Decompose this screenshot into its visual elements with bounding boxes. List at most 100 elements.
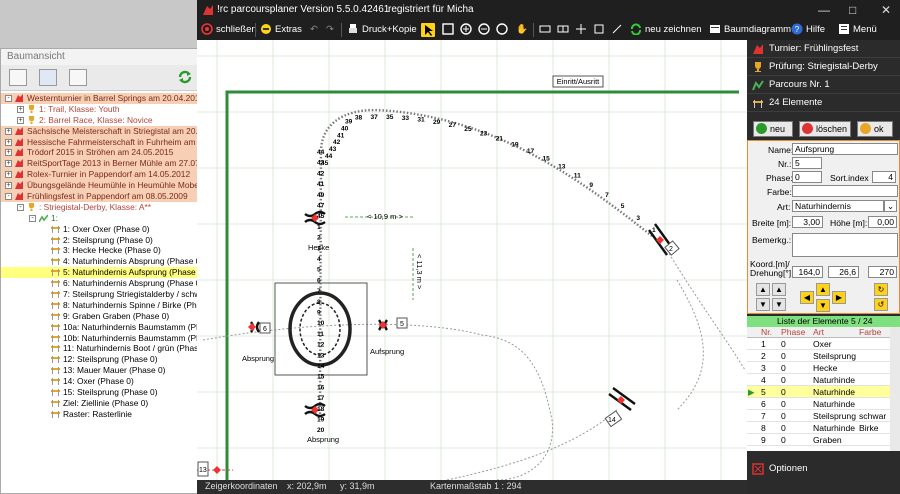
pointer-tool-icon[interactable]	[421, 23, 435, 37]
tree-row[interactable]: + Hessische Fahrmeisterschaft in Fuhrheim…	[1, 136, 197, 148]
tree-row[interactable]: Raster: Rasterlinie	[1, 409, 197, 420]
arrow-up-icon[interactable]: ▲	[816, 283, 830, 296]
element-list-row[interactable]: 7 0 Steilsprung schwar	[747, 410, 890, 422]
tree-row[interactable]: - Westernturnier in Barrel Springs am 20.…	[1, 93, 197, 104]
tree-row[interactable]: 10a: Naturhindernis Baumstamm (Phase 0)	[1, 322, 197, 333]
element-list-row[interactable]: 1 0 Oxer	[747, 338, 890, 350]
tree-row[interactable]: - 1:	[1, 213, 197, 224]
collapse-icon[interactable]: -	[29, 214, 36, 222]
maximize-icon[interactable]: □	[849, 3, 856, 17]
tree-row[interactable]: +1: Trail, Klasse: Youth	[1, 104, 197, 115]
refresh-icon[interactable]	[177, 69, 195, 86]
help-button[interactable]: ? Hilfe	[791, 23, 825, 37]
move-up-icon[interactable]: ▲	[772, 283, 786, 296]
coord-y-field[interactable]: 26,6	[828, 266, 859, 278]
tree-row[interactable]: - Frühlingsfest in Pappendorf am 08.05.20…	[1, 191, 197, 202]
element-list-row[interactable]: 6 0 Naturhinde	[747, 398, 890, 410]
tree-row[interactable]: Ziel: Ziellinie (Phase 0)	[1, 398, 197, 409]
element-list-row[interactable]: 4 0 Naturhinde	[747, 374, 890, 386]
arrow-down-icon[interactable]: ▼	[816, 299, 830, 312]
expand-icon[interactable]: +	[17, 105, 24, 113]
zoom-in-icon[interactable]	[460, 23, 472, 37]
competition-header[interactable]: Prüfung: Striegistal-Derby	[747, 58, 900, 76]
collapse-icon[interactable]: -	[5, 193, 12, 201]
expand-icon[interactable]: +	[5, 138, 12, 146]
expand-icon[interactable]: +	[5, 127, 12, 135]
new-element-button[interactable]: neu	[753, 121, 793, 137]
parcours-drawing[interactable]: Einritt/Ausritt < 10,9 m > < 11,3 m > 6 …	[197, 40, 747, 481]
col-phase[interactable]: Phase	[781, 327, 805, 337]
tree-diagram-button[interactable]: Baumdiagramm	[709, 23, 791, 37]
nr-field[interactable]: 5	[792, 157, 822, 169]
expand-tree-button[interactable]	[39, 69, 57, 86]
tree-row[interactable]: 2: Steilsprung (Phase 0)	[1, 235, 197, 246]
move-top-icon[interactable]: ▲	[756, 283, 770, 296]
height-field[interactable]: 0,00	[868, 216, 897, 228]
tree-row[interactable]: + Trödorf 2015 in Ströhen am 24.05.2015	[1, 147, 197, 159]
zoom-icon[interactable]	[496, 23, 508, 37]
element-list-row[interactable]: 9 0 Graben	[747, 434, 890, 446]
tool-icon-3[interactable]	[575, 23, 587, 37]
tree-row[interactable]: 9: Graben Graben (Phase 0)	[1, 311, 197, 322]
move-bottom-icon[interactable]: ▼	[756, 298, 770, 311]
elements-header[interactable]: 24 Elemente	[747, 94, 900, 112]
tournament-header[interactable]: Turnier: Frühlingsfest	[747, 40, 900, 58]
parcours-header[interactable]: Parcours Nr. 1	[747, 76, 900, 94]
coord-x-field[interactable]: 164,0	[792, 266, 823, 278]
name-field[interactable]: Aufsprung	[792, 143, 898, 155]
element-list-row[interactable]: 8 0 Naturhinde Birke	[747, 422, 890, 434]
width-field[interactable]: 3,00	[792, 216, 823, 228]
tree-row[interactable]: 8: Naturhindernis Spinne / Birke (Phase …	[1, 300, 197, 311]
tree-row[interactable]: 10b: Naturhindernis Baumstamm (Phase 0)	[1, 333, 197, 344]
tree-row[interactable]: 14: Oxer (Phase 0)	[1, 376, 197, 387]
rotation-field[interactable]: 270	[868, 266, 897, 278]
color-field[interactable]	[792, 185, 898, 197]
close-file-button[interactable]: schließen	[201, 23, 257, 37]
col-color[interactable]: Farbe	[859, 327, 881, 337]
tree-row[interactable]: -: Striegistal-Derby, Klasse: A**	[1, 202, 197, 213]
phase-field[interactable]: 0	[792, 171, 822, 183]
tool-icon-1[interactable]	[539, 23, 551, 37]
details-view-button[interactable]	[69, 69, 87, 86]
zoom-out-icon[interactable]	[478, 23, 490, 37]
tree-row[interactable]: 11: Naturhindernis Boot / grün (Phase 0)	[1, 343, 197, 354]
type-dropdown-chevron-icon[interactable]: ⌄	[884, 200, 897, 212]
tree-row[interactable]: 15: Steilsprung (Phase 0)	[1, 387, 197, 398]
extras-button[interactable]: Extras	[260, 23, 302, 37]
expand-icon[interactable]: +	[5, 160, 12, 168]
tree-row[interactable]: + Rolex-Turnier in Pappendorf am 14.05.20…	[1, 169, 197, 181]
expand-icon[interactable]: +	[5, 182, 12, 190]
tree-row[interactable]: + Übungsgelände Heumühle in Heumühle Mobe…	[1, 180, 197, 192]
redo-icon[interactable]: ↷	[326, 23, 334, 37]
tree-row[interactable]: + ReitSportTage 2013 in Berner Mühle am 2…	[1, 158, 197, 170]
element-list-scrollbar[interactable]	[890, 327, 900, 451]
options-button[interactable]: Optionen	[747, 458, 900, 480]
remark-field[interactable]	[792, 233, 898, 257]
pan-hand-icon[interactable]: ✋	[516, 23, 528, 37]
tree-row[interactable]: 6: Naturhindernis Absprung (Phase 0)	[1, 278, 197, 289]
element-list-row[interactable]: 3 0 Hecke	[747, 362, 890, 374]
ok-button[interactable]: ok	[857, 121, 893, 137]
expand-icon[interactable]: +	[5, 149, 12, 157]
tree-row[interactable]: 13: Mauer Mauer (Phase 0)	[1, 365, 197, 376]
type-select[interactable]: Naturhindernis	[792, 200, 884, 212]
col-nr[interactable]: Nr.	[761, 327, 772, 337]
tool-icon-5[interactable]	[611, 23, 623, 37]
tree-row[interactable]: 1: Oxer Oxer (Phase 0)	[1, 224, 197, 235]
zoom-fit-icon[interactable]	[442, 23, 454, 37]
move-down-icon[interactable]: ▼	[772, 298, 786, 311]
close-icon[interactable]: ✕	[881, 3, 891, 17]
tree-row[interactable]: 4: Naturhindernis Absprung (Phase 0)	[1, 256, 197, 267]
tree-row[interactable]: +2: Barrel Race, Klasse: Novice	[1, 115, 197, 126]
tree-row[interactable]: 3: Hecke Hecke (Phase 0)	[1, 245, 197, 256]
element-list-row[interactable]: ▶ 5 0 Naturhinde	[747, 386, 890, 398]
tool-icon-4[interactable]	[593, 23, 605, 37]
undo-icon[interactable]: ↶	[310, 23, 318, 37]
tree-row[interactable]: 12: Steilsprung (Phase 0)	[1, 354, 197, 365]
arrow-left-icon[interactable]: ◀	[800, 291, 814, 304]
arrow-right-icon[interactable]: ▶	[832, 291, 846, 304]
sort-index-field[interactable]: 4	[872, 171, 896, 183]
col-type[interactable]: Art	[813, 327, 824, 337]
tree-row[interactable]: 5: Naturhindernis Aufsprung (Phase 0)	[1, 267, 197, 279]
print-button[interactable]: Druck+Kopie	[347, 23, 417, 37]
